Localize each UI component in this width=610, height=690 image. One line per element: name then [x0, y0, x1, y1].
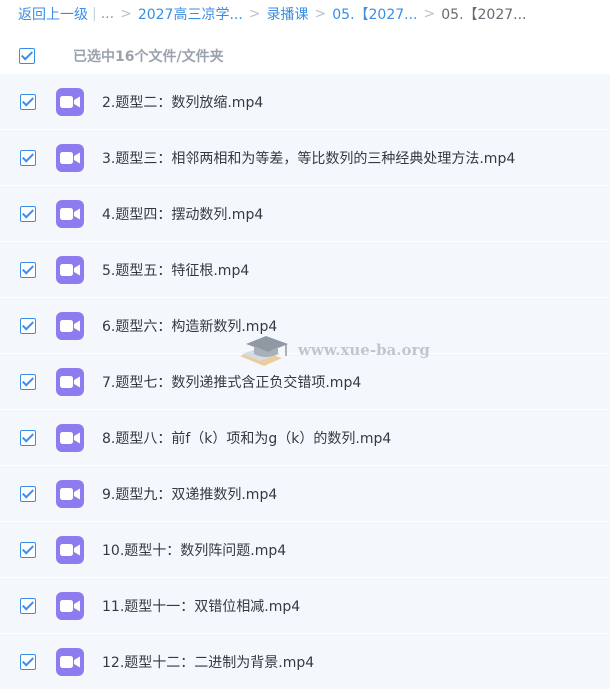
- file-row[interactable]: 10.题型十：数列阵问题.mp4: [0, 522, 610, 577]
- video-file-icon: [56, 479, 84, 508]
- video-file-icon: [56, 647, 84, 676]
- video-file-icon: [56, 535, 84, 564]
- file-list: 2.题型二：数列放缩.mp4 3.题型三：相邻两相和为等差，等比数列的三种经典处…: [0, 74, 610, 690]
- file-checkbox[interactable]: [20, 261, 36, 278]
- video-file-icon: [56, 143, 84, 172]
- file-name[interactable]: 7.题型七：数列递推式含正负交错项.mp4: [102, 372, 361, 392]
- chevron-right-icon: >: [120, 6, 132, 22]
- file-name[interactable]: 12.题型十二：二进制为背景.mp4: [102, 652, 314, 672]
- file-row[interactable]: 8.题型八：前f（k）项和为g（k）的数列.mp4: [0, 410, 610, 465]
- watermark-text: www.xue-ba.org: [298, 341, 430, 359]
- file-name[interactable]: 8.题型八：前f（k）项和为g（k）的数列.mp4: [102, 428, 391, 448]
- file-name[interactable]: 9.题型九：双递推数列.mp4: [102, 484, 277, 504]
- chevron-right-icon: >: [423, 6, 436, 22]
- breadcrumb-current: 05.【2027...: [441, 7, 527, 23]
- file-name[interactable]: 2.题型二：数列放缩.mp4: [102, 92, 263, 112]
- file-name[interactable]: 5.题型五：特征根.mp4: [102, 260, 249, 280]
- video-file-icon: [56, 367, 84, 396]
- file-row[interactable]: 9.题型九：双递推数列.mp4: [0, 466, 610, 521]
- file-checkbox[interactable]: [20, 317, 36, 334]
- video-file-icon: [56, 311, 84, 340]
- file-name[interactable]: 4.题型四：摆动数列.mp4: [102, 204, 263, 224]
- graduation-cap-icon: [240, 336, 288, 366]
- file-checkbox[interactable]: [20, 597, 36, 614]
- select-all-checkbox[interactable]: [19, 48, 35, 64]
- video-file-icon: [56, 255, 84, 284]
- file-row[interactable]: 11.题型十一：双错位相减.mp4: [0, 578, 610, 633]
- video-file-icon: [56, 87, 84, 116]
- file-row[interactable]: 4.题型四：摆动数列.mp4: [0, 186, 610, 241]
- breadcrumb-ellipsis[interactable]: ...: [101, 6, 114, 22]
- video-file-icon: [56, 423, 84, 452]
- watermark: www.xue-ba.org: [236, 330, 430, 370]
- selection-count: 已选中16个文件/文件夹: [73, 49, 224, 65]
- video-file-icon: [56, 199, 84, 228]
- file-name[interactable]: 3.题型三：相邻两相和为等差，等比数列的三种经典处理方法.mp4: [102, 148, 515, 168]
- file-row[interactable]: 12.题型十二：二进制为背景.mp4: [0, 634, 610, 689]
- file-row[interactable]: 5.题型五：特征根.mp4: [0, 242, 610, 297]
- breadcrumb: 返回上一级 | ... > 2027高三凉学... > 录播课 > 05.【20…: [18, 0, 527, 28]
- file-checkbox[interactable]: [20, 93, 36, 110]
- file-checkbox[interactable]: [20, 373, 36, 390]
- chevron-right-icon: >: [248, 6, 261, 22]
- chevron-right-icon: >: [314, 6, 327, 22]
- back-link[interactable]: 返回上一级: [18, 4, 88, 24]
- file-name[interactable]: 10.题型十：数列阵问题.mp4: [102, 540, 286, 560]
- file-name[interactable]: 11.题型十一：双错位相减.mp4: [102, 596, 300, 616]
- selection-bar: 已选中16个文件/文件夹: [0, 38, 610, 74]
- breadcrumb-divider: |: [92, 6, 97, 22]
- video-file-icon: [56, 591, 84, 620]
- breadcrumb-item-3[interactable]: 05.【2027...: [332, 4, 417, 24]
- file-row[interactable]: 2.题型二：数列放缩.mp4: [0, 74, 610, 129]
- file-row[interactable]: 3.题型三：相邻两相和为等差，等比数列的三种经典处理方法.mp4: [0, 130, 610, 185]
- file-checkbox[interactable]: [20, 485, 36, 502]
- file-checkbox[interactable]: [20, 429, 36, 446]
- breadcrumb-item-2[interactable]: 录播课: [267, 4, 309, 24]
- breadcrumb-item-1[interactable]: 2027高三凉学...: [138, 4, 243, 24]
- file-checkbox[interactable]: [20, 149, 36, 166]
- file-checkbox[interactable]: [20, 205, 36, 222]
- file-checkbox[interactable]: [20, 541, 36, 558]
- file-checkbox[interactable]: [20, 653, 36, 670]
